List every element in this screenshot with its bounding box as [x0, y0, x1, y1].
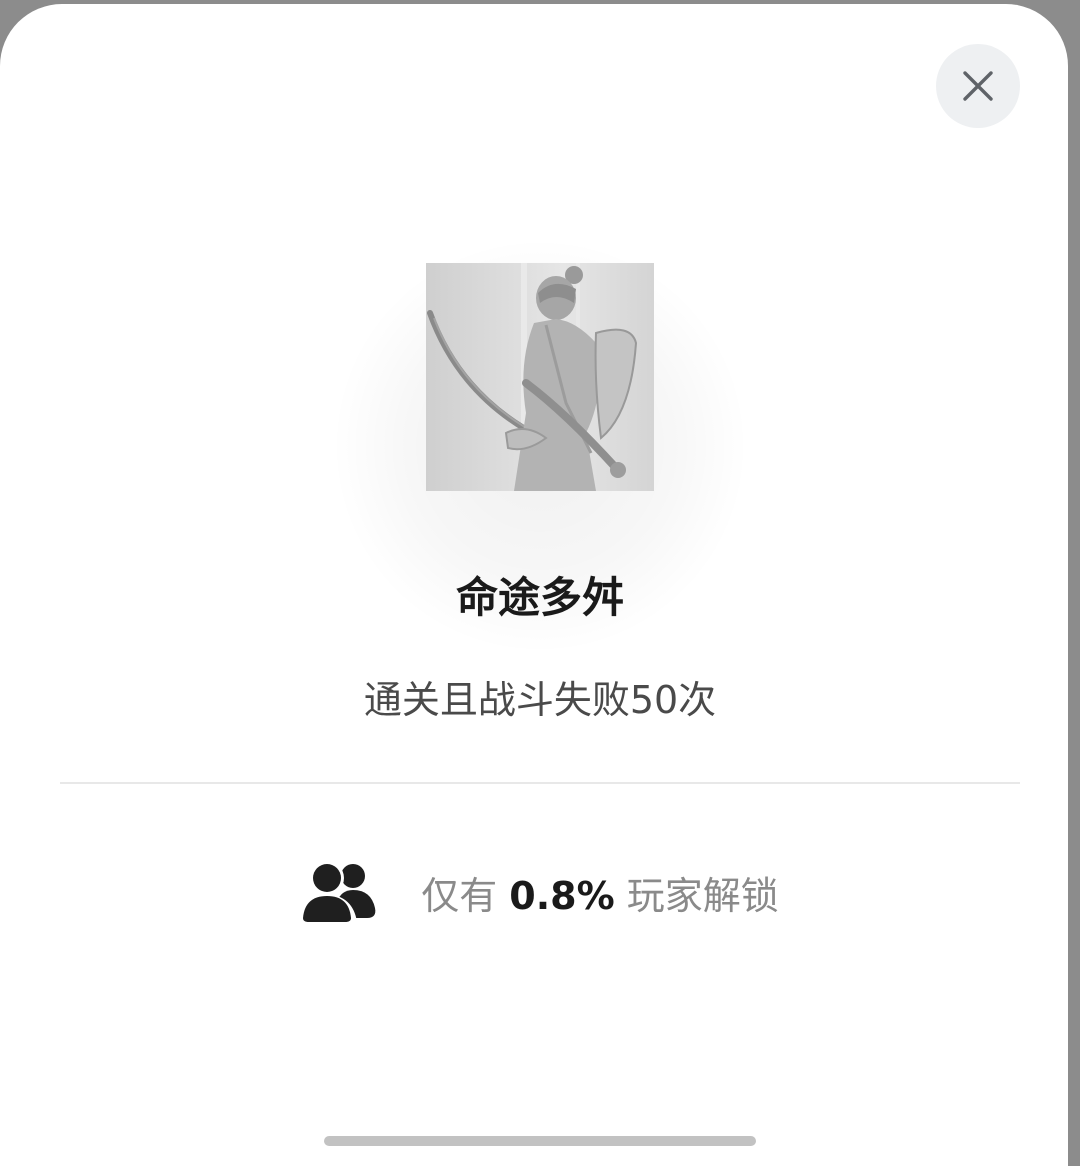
- samurai-archer-icon: [427, 263, 638, 491]
- achievement-title: 命途多舛: [455, 573, 624, 622]
- achievement-detail-sheet: 命途多舛 通关且战斗失败50次 仅有 0.8% 玩家解锁: [0, 4, 1068, 1166]
- divider: [60, 782, 1020, 784]
- home-indicator[interactable]: [324, 1136, 756, 1146]
- achievement-description: 通关且战斗失败50次: [363, 678, 717, 722]
- unlock-stat-text: 仅有 0.8% 玩家解锁: [421, 865, 778, 920]
- unlock-stat-row: 仅有 0.8% 玩家解锁: [0, 854, 1068, 930]
- close-button[interactable]: [936, 44, 1020, 128]
- users-icon: [301, 861, 376, 922]
- stat-prefix: 仅有: [421, 873, 498, 918]
- achievement-badge-image: [426, 263, 654, 491]
- unlock-percentage: 0.8%: [509, 873, 615, 918]
- close-icon: [963, 71, 993, 101]
- stat-suffix: 玩家解锁: [626, 873, 779, 918]
